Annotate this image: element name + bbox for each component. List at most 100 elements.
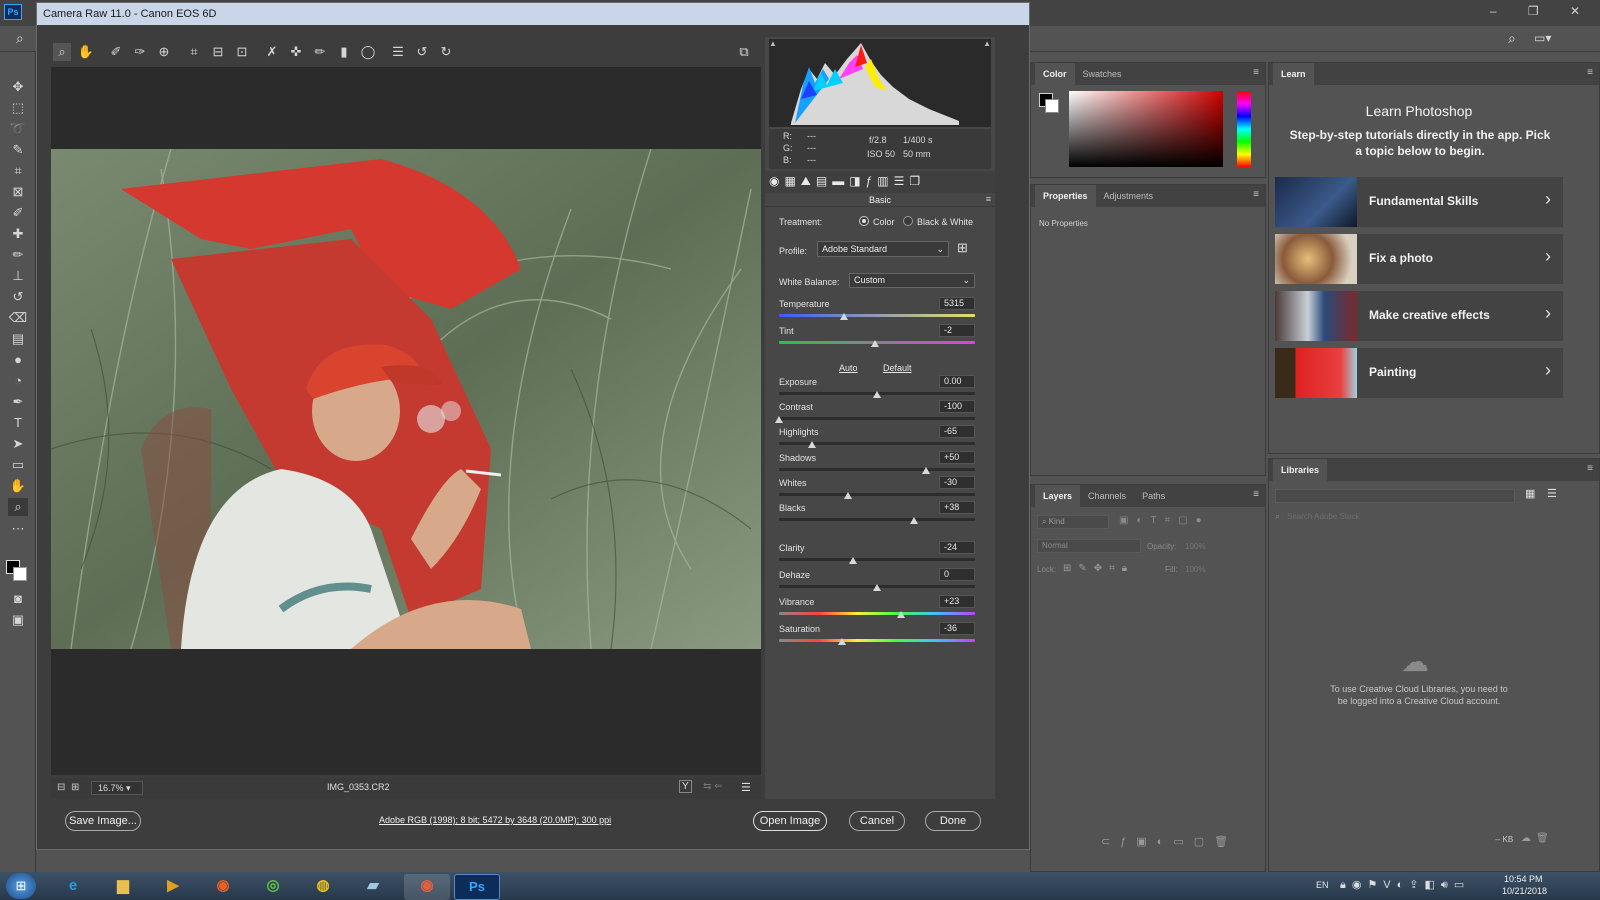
ie-app-icon[interactable]: e xyxy=(50,874,96,900)
slider-thumb-tint[interactable] xyxy=(871,340,880,347)
panel-menu-icon[interactable]: ≡ xyxy=(1587,463,1593,474)
image-preview-area[interactable] xyxy=(51,67,761,775)
explorer-app-icon[interactable]: ▆ xyxy=(100,874,146,900)
slider-track-saturation[interactable] xyxy=(779,639,975,642)
rotate-right-icon[interactable]: ↻ xyxy=(437,43,455,61)
hand-tool-icon[interactable]: ✋ xyxy=(77,43,95,61)
layer-kind-filter[interactable]: ⌕ Kind xyxy=(1037,515,1109,529)
rotate-left-icon[interactable]: ↺ xyxy=(413,43,431,61)
color-sampler-tool-icon[interactable]: ✑ xyxy=(131,43,149,61)
done-button[interactable]: Done xyxy=(925,811,981,831)
blend-mode-select[interactable]: Normal xyxy=(1037,539,1141,553)
list-view-icon[interactable]: ☰ xyxy=(1547,487,1557,500)
tab-swatches[interactable]: Swatches xyxy=(1075,63,1130,85)
pen-tool-icon[interactable]: ✒ xyxy=(8,393,28,411)
targeted-adjustment-icon[interactable]: ⊕ xyxy=(155,43,173,61)
tab-paths[interactable]: Paths xyxy=(1134,485,1173,507)
system-tray-icons[interactable]: 🔒︎◉⚑V◐⇪◧🔊︎▭ xyxy=(1340,878,1470,892)
color-bg-swatch[interactable] xyxy=(1045,99,1059,113)
adjustment-panel-tabs-icons[interactable]: ◉▦⛰▤▬◨ƒ▥☰❐ xyxy=(769,174,925,189)
search-icon[interactable]: ⌕ xyxy=(16,30,24,47)
quick-select-tool-icon[interactable]: ✎ xyxy=(8,141,28,159)
preview-settings-icon[interactable]: ☰ xyxy=(741,781,751,794)
fullscreen-icon[interactable]: ⧉ xyxy=(735,43,753,61)
history-brush-icon[interactable]: ↺ xyxy=(8,288,28,306)
learn-card-fix-a-photo[interactable]: Fix a photo › xyxy=(1275,234,1563,284)
gradient-tool-icon[interactable]: ▤ xyxy=(8,330,28,348)
stamp-tool-icon[interactable]: ⊥ xyxy=(8,267,28,285)
coc-coc-app-icon[interactable]: ◎ xyxy=(250,874,296,900)
profile-select[interactable]: Adobe Standard ⌄ xyxy=(817,241,949,257)
learn-card-painting[interactable]: Painting › xyxy=(1275,348,1563,398)
tab-channels[interactable]: Channels xyxy=(1080,485,1134,507)
language-indicator[interactable]: EN xyxy=(1316,880,1329,890)
start-button[interactable]: ⊞ xyxy=(6,873,36,899)
slider-value-tint[interactable]: -2 xyxy=(939,324,975,337)
panel-menu-icon[interactable]: ≡ xyxy=(1253,489,1259,500)
slider-thumb-whites[interactable] xyxy=(843,492,852,499)
fill-value[interactable]: 100% xyxy=(1185,565,1205,574)
slider-value-contrast[interactable]: -100 xyxy=(939,400,975,413)
type-tool-icon[interactable]: T xyxy=(8,414,28,432)
background-color-swatch[interactable] xyxy=(13,567,27,581)
panel-menu-icon[interactable]: ≡ xyxy=(1253,67,1259,78)
transform-tool-icon[interactable]: ⊡ xyxy=(233,43,251,61)
raw-photo-preview[interactable] xyxy=(51,149,761,649)
white-balance-select[interactable]: Custom ⌄ xyxy=(849,273,975,288)
straighten-tool-icon[interactable]: ⊟ xyxy=(209,43,227,61)
crop-tool-icon[interactable]: ⌗ xyxy=(8,162,28,180)
slider-value-saturation[interactable]: -36 xyxy=(939,622,975,635)
slider-track-contrast[interactable] xyxy=(779,417,975,420)
slider-thumb-clarity[interactable] xyxy=(849,557,858,564)
window-controls[interactable]: ‒ ❐ ✕ xyxy=(1490,4,1594,18)
white-balance-tool-icon[interactable]: ✐ xyxy=(107,43,125,61)
highlight-clip-icon[interactable]: ▲ xyxy=(983,39,991,48)
adjustment-brush-icon[interactable]: ✏ xyxy=(311,43,329,61)
tab-color[interactable]: Color xyxy=(1035,63,1075,85)
slider-track-vibrance[interactable] xyxy=(779,612,975,615)
slider-track-blacks[interactable] xyxy=(779,518,975,521)
slider-track-clarity[interactable] xyxy=(779,558,975,561)
firefox-app-icon[interactable]: ◉ xyxy=(200,874,246,900)
zoom-level-select[interactable]: 16.7% ▾ xyxy=(91,781,143,795)
quick-mask-icon[interactable]: ◙ xyxy=(8,590,28,608)
zoom-out-icon[interactable]: ⊟ xyxy=(57,782,65,793)
slider-thumb-contrast[interactable] xyxy=(775,416,783,423)
marquee-tool-icon[interactable]: ⬚ xyxy=(8,99,28,117)
open-image-button[interactable]: Open Image xyxy=(753,811,827,831)
slider-thumb-temperature[interactable] xyxy=(839,313,848,320)
tab-learn[interactable]: Learn xyxy=(1273,63,1314,85)
slider-value-dehaze[interactable]: 0 xyxy=(939,568,975,581)
save-image-button[interactable]: Save Image... xyxy=(65,811,141,831)
grid-view-icon[interactable]: ▦ xyxy=(1525,487,1535,500)
panel-menu-icon[interactable]: ≡ xyxy=(1587,67,1593,78)
slider-thumb-blacks[interactable] xyxy=(910,517,919,524)
slider-value-shadows[interactable]: +50 xyxy=(939,451,975,464)
slider-value-blacks[interactable]: +38 xyxy=(939,501,975,514)
zoom-tool-icon[interactable]: ⌕ xyxy=(8,498,28,516)
slider-value-highlights[interactable]: -65 xyxy=(939,425,975,438)
default-link[interactable]: Default xyxy=(883,363,912,373)
media-player-app-icon[interactable]: ▶ xyxy=(150,874,196,900)
slider-thumb-shadows[interactable] xyxy=(922,467,930,474)
tab-properties[interactable]: Properties xyxy=(1035,185,1096,207)
slider-track-temperature[interactable] xyxy=(779,314,975,317)
workflow-options-link[interactable]: Adobe RGB (1998); 8 bit; 5472 by 3648 (2… xyxy=(379,815,611,825)
blur-tool-icon[interactable]: ● xyxy=(8,351,28,369)
eye-app-icon[interactable]: ◉ xyxy=(404,874,450,900)
slider-thumb-dehaze[interactable] xyxy=(873,584,881,591)
cancel-button[interactable]: Cancel xyxy=(849,811,905,831)
preferences-icon[interactable]: ☰ xyxy=(389,43,407,61)
learn-card-fundamental-skills[interactable]: Fundamental Skills › xyxy=(1275,177,1563,227)
layer-filter-icons[interactable]: ▣◐T⌗▢● xyxy=(1119,515,1210,526)
slider-value-temperature[interactable]: 5315 xyxy=(939,297,975,310)
red-eye-icon[interactable]: ✜ xyxy=(287,43,305,61)
shape-tool-icon[interactable]: ▭ xyxy=(8,456,28,474)
hue-slider[interactable] xyxy=(1237,91,1251,167)
compare-view-icon[interactable]: Y xyxy=(679,780,692,793)
zoom-in-icon[interactable]: ⊞ xyxy=(71,782,79,793)
slider-track-whites[interactable] xyxy=(779,493,975,496)
layer-actions-icons[interactable]: ⊂ƒ▣◐▭▢🗑︎ xyxy=(1101,835,1238,848)
panel-menu-icon[interactable]: ≡ xyxy=(1253,189,1259,200)
eraser-tool-icon[interactable]: ⌫ xyxy=(8,309,28,327)
